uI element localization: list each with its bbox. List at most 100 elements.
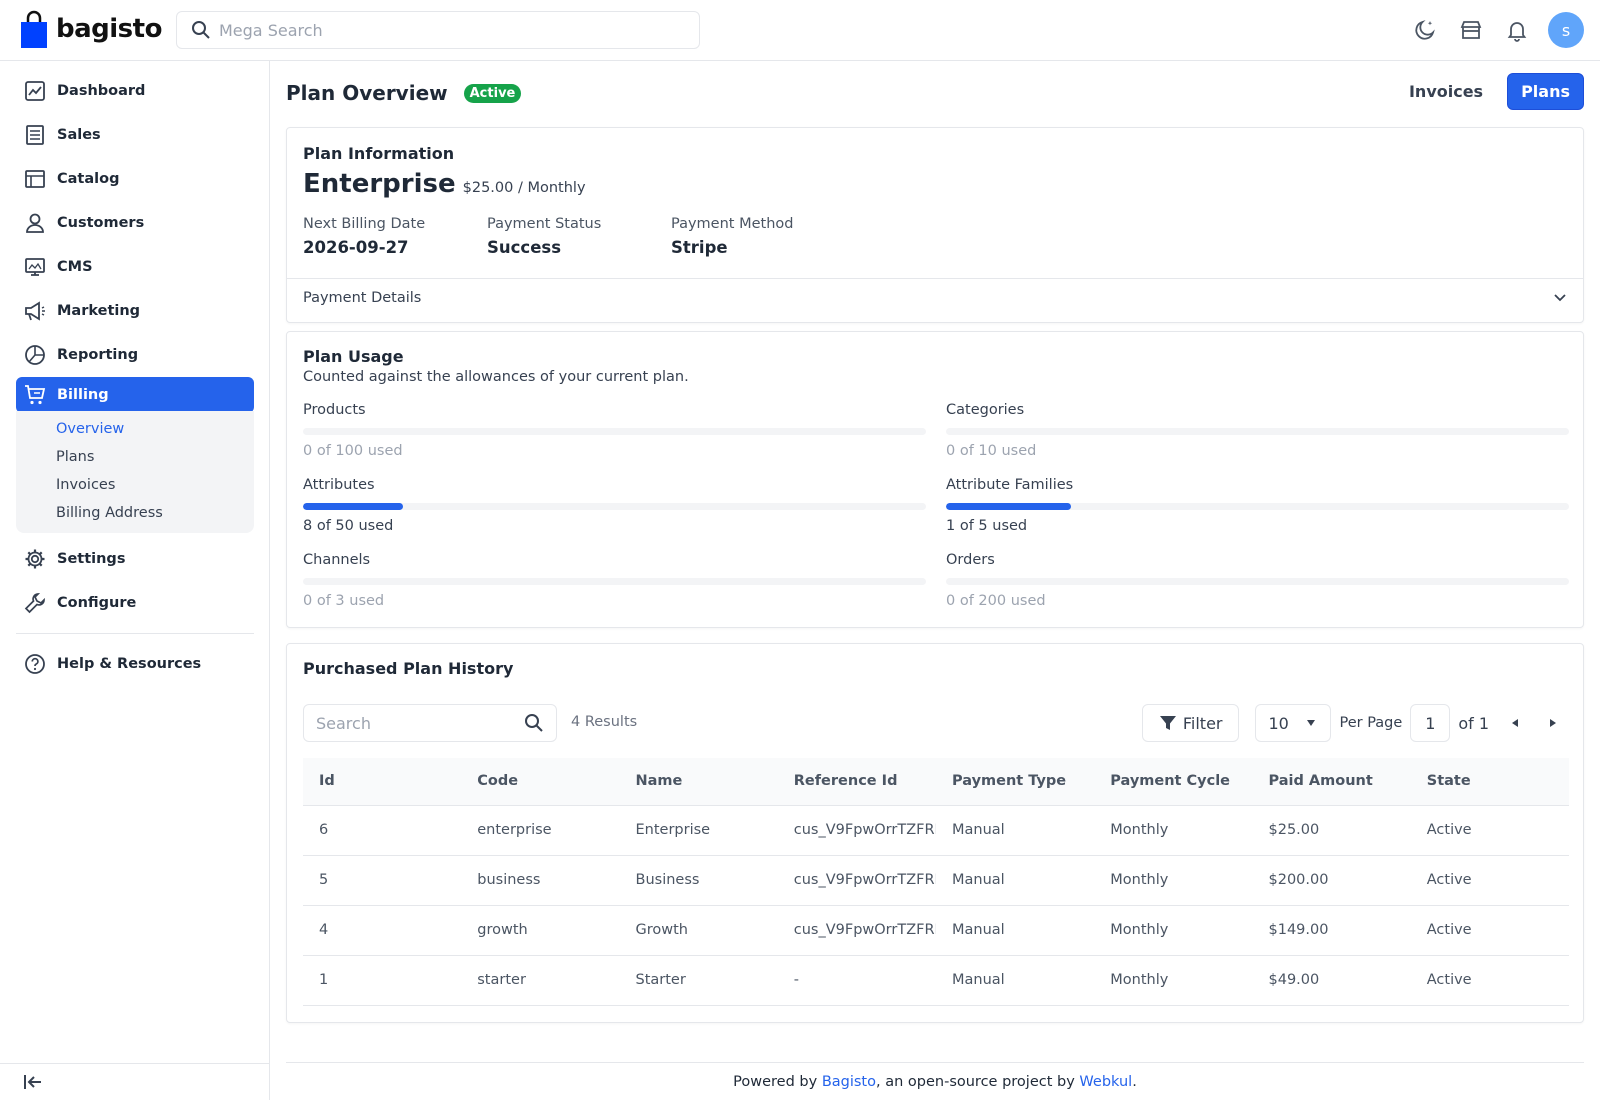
sidebar-item-cms[interactable]: CMS: [16, 245, 254, 289]
column-header[interactable]: Payment Cycle: [1094, 758, 1253, 805]
datagrid-search-input[interactable]: [316, 713, 506, 733]
sidebar-item-help[interactable]: Help & Resources: [16, 642, 254, 686]
payment-details-toggle[interactable]: Payment Details: [303, 290, 1569, 306]
sidebar-item-settings[interactable]: Settings: [16, 537, 254, 581]
plan-usage-title: Plan Usage: [303, 347, 404, 366]
column-header[interactable]: Paid Amount: [1252, 758, 1411, 805]
plan-usage-card: Plan Usage Counted against the allowance…: [286, 331, 1584, 628]
submenu-item-plans[interactable]: Plans: [16, 443, 254, 471]
table-cell: cus_V9FpwOrrTZFRIs: [777, 804, 936, 856]
plans-button[interactable]: Plans: [1507, 73, 1584, 110]
footer-prefix: Powered by: [733, 1073, 818, 1090]
sidebar-item-billing[interactable]: Billing: [16, 377, 254, 413]
moon-icon: [1415, 20, 1435, 40]
table-cell: Active: [1410, 905, 1569, 956]
sidebar-item-dashboard[interactable]: Dashboard: [16, 69, 254, 113]
usage-bar-fill: [946, 503, 1071, 510]
help-icon: [23, 652, 47, 676]
bagisto-logo[interactable]: bagisto: [20, 10, 162, 48]
next-billing-date: Next Billing Date 2026-09-27: [303, 216, 487, 257]
next-page-button[interactable]: [1537, 707, 1569, 739]
table-header-row: Id Code Name Reference Id Payment Type P…: [303, 758, 1569, 805]
table-cell: $200.00: [1252, 855, 1411, 906]
plan-price: $25.00 / Monthly: [462, 180, 586, 196]
page-total: of 1: [1458, 713, 1489, 733]
catalog-icon: [23, 167, 47, 191]
sidebar-item-customers[interactable]: Customers: [16, 201, 254, 245]
sidebar-item-configure[interactable]: Configure: [16, 581, 254, 625]
page-footer: Powered by Bagisto, an open-source proje…: [286, 1062, 1584, 1100]
usage-count: 0 of 100 used: [303, 443, 403, 459]
submenu-item-invoices[interactable]: Invoices: [16, 471, 254, 499]
usage-count: 1 of 5 used: [946, 518, 1028, 534]
payment-method: Payment Method Stripe: [671, 216, 855, 257]
usage-orders: Orders 0 of 200 used: [946, 552, 1569, 609]
notifications-button[interactable]: [1494, 12, 1540, 48]
caret-left-icon: [1512, 719, 1518, 727]
bell-icon: [1507, 22, 1527, 42]
caret-down-icon: [1307, 720, 1316, 726]
column-header[interactable]: State: [1410, 758, 1569, 805]
brand-name: bagisto: [56, 14, 162, 44]
datagrid-search[interactable]: [303, 704, 557, 742]
submenu-item-overview[interactable]: Overview: [16, 415, 254, 443]
usage-bar: [303, 428, 926, 435]
top-header: bagisto s: [0, 0, 1600, 61]
per-page-select[interactable]: 10: [1255, 704, 1332, 742]
plan-information-title: Plan Information: [303, 144, 455, 163]
usage-label: Channels: [303, 552, 371, 568]
field-label: Next Billing Date: [303, 216, 426, 232]
monitor-icon: [23, 255, 47, 279]
storefront-button[interactable]: [1448, 12, 1494, 48]
sidebar-item-marketing[interactable]: Marketing: [16, 289, 254, 333]
sidebar-item-label: Marketing: [57, 303, 141, 319]
collapse-sidebar-button[interactable]: [0, 1063, 269, 1100]
page-header: Plan Overview Active Invoices Plans: [286, 73, 1584, 113]
column-header[interactable]: Code: [461, 758, 620, 805]
column-header[interactable]: Name: [619, 758, 778, 805]
table-cell: 6: [303, 804, 462, 856]
page-number-input[interactable]: 1: [1410, 704, 1451, 742]
sidebar-item-label: Reporting: [57, 347, 139, 363]
submenu-item-billing-address[interactable]: Billing Address: [16, 499, 254, 527]
column-header[interactable]: Reference Id: [777, 758, 936, 805]
sidebar: Dashboard Sales Catalog Customers CMS Ma…: [0, 61, 270, 1100]
usage-label: Attribute Families: [946, 477, 1074, 493]
table-cell: -: [777, 955, 936, 1006]
payment-status: Payment Status Success: [487, 216, 671, 257]
column-header[interactable]: Id: [303, 758, 462, 805]
sidebar-item-sales[interactable]: Sales: [16, 113, 254, 157]
table-cell: Starter: [619, 955, 778, 1006]
usage-bar-fill: [303, 503, 403, 510]
table-cell: $49.00: [1252, 955, 1411, 1006]
dark-mode-toggle[interactable]: [1402, 12, 1448, 48]
mega-search-input[interactable]: [219, 20, 679, 40]
previous-page-button[interactable]: [1499, 707, 1531, 739]
usage-count: 8 of 50 used: [303, 518, 394, 534]
status-badge: Active: [463, 83, 522, 103]
table-cell: $149.00: [1252, 905, 1411, 956]
per-page-label: Per Page: [1339, 715, 1403, 731]
mega-search[interactable]: [176, 11, 700, 49]
webkul-link[interactable]: Webkul: [1079, 1074, 1132, 1090]
table-cell: Enterprise: [619, 804, 778, 856]
invoices-button[interactable]: Invoices: [1395, 74, 1497, 109]
sidebar-item-catalog[interactable]: Catalog: [16, 157, 254, 201]
sidebar-item-reporting[interactable]: Reporting: [16, 333, 254, 377]
table-cell: Manual: [936, 955, 1095, 1006]
plan-history-card: Purchased Plan History 4 Results Filter …: [286, 643, 1584, 1023]
search-icon: [192, 21, 210, 39]
dashboard-icon: [23, 79, 47, 103]
bagisto-link[interactable]: Bagisto: [822, 1074, 876, 1090]
column-header[interactable]: Payment Type: [936, 758, 1095, 805]
table-cell: 1: [303, 955, 462, 1006]
field-value: 2026-09-27: [303, 238, 409, 257]
chevron-down-icon: [1554, 294, 1566, 302]
card-divider: [287, 278, 1583, 279]
sidebar-item-label: Settings: [57, 551, 126, 567]
filter-button[interactable]: Filter: [1141, 704, 1240, 742]
user-avatar[interactable]: s: [1548, 12, 1584, 48]
table-cell: 5: [303, 855, 462, 906]
table-cell: Manual: [936, 855, 1095, 906]
search-icon[interactable]: [524, 713, 544, 733]
